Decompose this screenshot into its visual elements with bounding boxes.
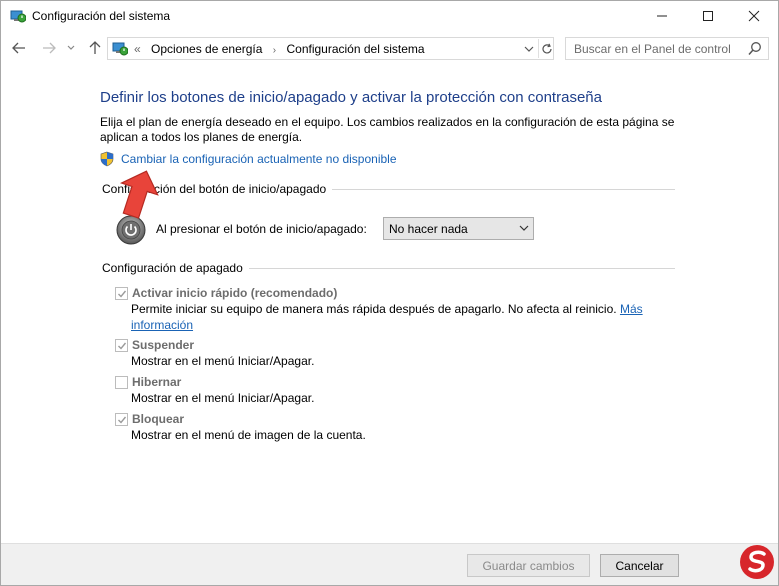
- footer-bar: Guardar cambios Cancelar: [1, 543, 778, 585]
- uac-shield-icon: [100, 151, 114, 167]
- address-dropdown-button[interactable]: [522, 40, 536, 57]
- refresh-button[interactable]: [538, 39, 554, 58]
- control-panel-power-icon: [10, 10, 26, 23]
- lock-label: Bloquear: [132, 412, 185, 426]
- breadcrumb: « Opciones de energía › Configuración de…: [134, 42, 425, 56]
- fast-startup-description: Permite iniciar su equipo de manera más …: [131, 302, 643, 317]
- fast-startup-checkbox[interactable]: [115, 287, 128, 300]
- more-info-link[interactable]: información: [131, 318, 193, 332]
- page-description: Elija el plan de energía deseado en el e…: [100, 115, 675, 144]
- breadcrumb-item-system-settings[interactable]: Configuración del sistema: [286, 42, 424, 56]
- chevron-down-icon: [524, 46, 534, 52]
- minimize-button[interactable]: [639, 1, 685, 31]
- maximize-button[interactable]: [685, 1, 731, 31]
- breadcrumb-item-power-options[interactable]: Opciones de energía: [151, 42, 262, 56]
- chevron-down-icon: [519, 225, 529, 231]
- window-title: Configuración del sistema: [32, 9, 171, 23]
- checkmark-icon: [118, 416, 127, 424]
- close-icon: [748, 10, 760, 22]
- search-box[interactable]: Buscar en el Panel de control: [565, 37, 769, 60]
- fast-startup-label: Activar inicio rápido (recomendado): [132, 286, 338, 300]
- minimize-icon: [657, 15, 667, 17]
- shutdown-section-title: Configuración de apagado: [102, 261, 249, 275]
- system-settings-window: Configuración del sistema « Opciones de …: [0, 0, 779, 586]
- cancel-button[interactable]: Cancelar: [600, 554, 679, 577]
- chevron-down-icon: [67, 45, 75, 50]
- power-button-label: Al presionar el botón de inicio/apagado:: [156, 222, 367, 236]
- search-icon[interactable]: [748, 41, 762, 56]
- hibernate-label: Hibernar: [132, 375, 182, 389]
- arrow-right-icon: [43, 42, 56, 54]
- checkmark-icon: [118, 342, 127, 350]
- title-bar: Configuración del sistema: [1, 1, 778, 31]
- arrow-left-icon: [12, 42, 25, 54]
- refresh-icon: [541, 43, 552, 53]
- forward-button[interactable]: [39, 37, 59, 59]
- arrow-up-icon: [89, 41, 101, 54]
- fast-startup-description-text: Permite iniciar su equipo de manera más …: [131, 302, 617, 316]
- annotation-arrow-icon: [119, 170, 159, 219]
- address-bar[interactable]: « Opciones de energía › Configuración de…: [107, 37, 554, 60]
- watermark-logo-icon: [740, 545, 774, 579]
- control-panel-power-icon: [112, 42, 128, 56]
- breadcrumb-separator[interactable]: ›: [273, 45, 276, 56]
- recent-locations-button[interactable]: [65, 37, 77, 59]
- maximize-icon: [703, 11, 713, 21]
- up-button[interactable]: [85, 37, 105, 59]
- sleep-checkbox[interactable]: [115, 339, 128, 352]
- power-button-icon: [116, 215, 146, 245]
- fast-startup-description-line2: información: [131, 318, 193, 333]
- power-button-action-select[interactable]: No hacer nada: [383, 217, 534, 240]
- more-info-link[interactable]: Más: [620, 302, 643, 316]
- change-unavailable-settings-link[interactable]: Cambiar la configuración actualmente no …: [99, 151, 397, 167]
- sleep-label: Suspender: [132, 338, 195, 352]
- power-button-action-value: No hacer nada: [389, 222, 468, 236]
- lock-description: Mostrar en el menú de imagen de la cuent…: [131, 428, 366, 442]
- change-settings-link-text[interactable]: Cambiar la configuración actualmente no …: [121, 152, 397, 166]
- search-input[interactable]: Buscar en el Panel de control: [574, 42, 731, 56]
- save-changes-button[interactable]: Guardar cambios: [467, 554, 590, 577]
- main-content: Definir los botones de inicio/apagado y …: [1, 63, 778, 543]
- hibernate-checkbox[interactable]: [115, 376, 128, 389]
- lock-checkbox[interactable]: [115, 413, 128, 426]
- navigation-bar: « Opciones de energía › Configuración de…: [1, 34, 778, 62]
- page-title: Definir los botones de inicio/apagado y …: [100, 89, 602, 106]
- sleep-description: Mostrar en el menú Iniciar/Apagar.: [131, 354, 315, 368]
- back-button[interactable]: [9, 37, 29, 59]
- breadcrumb-overflow[interactable]: «: [134, 42, 141, 56]
- hibernate-description: Mostrar en el menú Iniciar/Apagar.: [131, 391, 315, 405]
- checkmark-icon: [118, 290, 127, 298]
- close-button[interactable]: [731, 1, 777, 31]
